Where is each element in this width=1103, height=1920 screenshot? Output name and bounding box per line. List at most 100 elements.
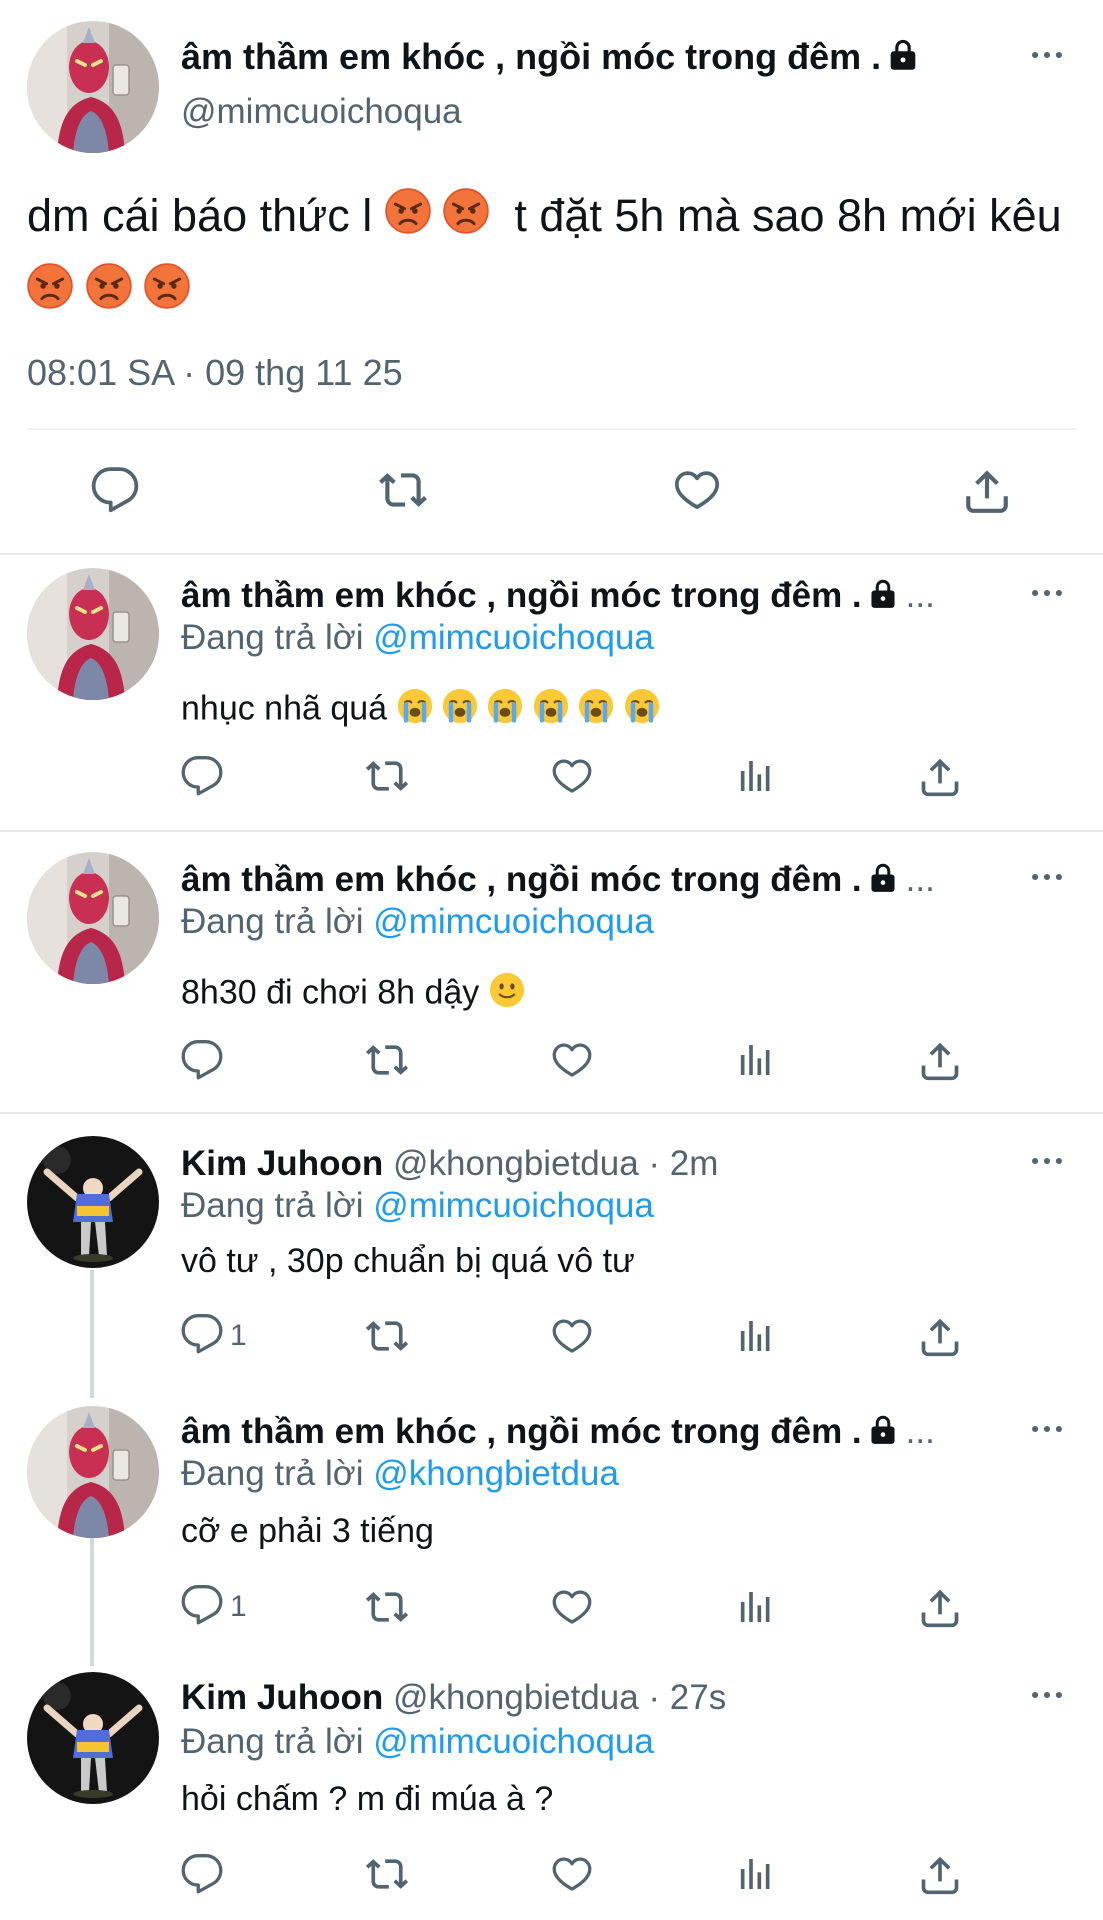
reply-tweet[interactable]: Kim Juhoon @khongbietdua · 2m Đang trả l…	[0, 1124, 1103, 1394]
views-icon[interactable]	[735, 1585, 775, 1629]
replying-to: Đang trả lời @mimcuoichoqua	[181, 1186, 654, 1226]
smile-emoji	[489, 972, 525, 1017]
display-name[interactable]: âm thầm em khóc , ngồi móc trong đêm .	[181, 576, 862, 615]
reply-tweet[interactable]: âm thầm em khóc , ngồi móc trong đêm ...…	[0, 1392, 1103, 1662]
avatar[interactable]	[27, 852, 159, 984]
tweet-header: âm thầm em khóc , ngồi móc trong đêm ...…	[181, 1412, 935, 1454]
share-icon[interactable]	[918, 1038, 962, 1082]
divider	[0, 830, 1103, 832]
retweet-icon[interactable]	[365, 754, 409, 798]
display-name[interactable]: âm thầm em khóc , ngồi móc trong đêm .	[181, 860, 862, 899]
like-icon[interactable]	[672, 465, 722, 515]
lock-icon	[868, 578, 898, 618]
tweet-text: cỡ e phải 3 tiếng	[181, 1512, 434, 1550]
like-icon[interactable]	[550, 1314, 594, 1358]
tweet-header: âm thầm em khóc , ngồi móc trong đêm ...…	[181, 576, 935, 618]
more-icon[interactable]	[1030, 1154, 1064, 1172]
divider	[0, 1112, 1103, 1114]
display-name[interactable]: âm thầm em khóc , ngồi móc trong đêm .	[181, 36, 919, 80]
views-icon[interactable]	[735, 1038, 775, 1082]
tweet-text: dm cái báo thức l t đặt 5h mà sao 8h mới…	[27, 180, 1067, 330]
retweet-icon[interactable]	[365, 1038, 409, 1082]
retweet-icon[interactable]	[365, 1852, 409, 1896]
like-icon[interactable]	[550, 1038, 594, 1082]
retweet-icon[interactable]	[378, 465, 428, 515]
user-handle[interactable]: @mimcuoichoqua	[181, 92, 462, 132]
display-name[interactable]: âm thầm em khóc , ngồi móc trong đêm .	[181, 1412, 862, 1451]
reply-button[interactable]: 1	[180, 1585, 247, 1629]
crying-emoji	[442, 688, 478, 733]
reply-tweet[interactable]: âm thầm em khóc , ngồi móc trong đêm ...…	[0, 556, 1103, 830]
mention-link[interactable]: @mimcuoichoqua	[373, 902, 654, 941]
tweet-header: Kim Juhoon @khongbietdua · 2m	[181, 1144, 718, 1184]
tweet-text: vô tư , 30p chuẩn bị quá vô tư	[181, 1242, 635, 1280]
tweet-text-part2: t đặt 5h mà sao 8h mới kêu	[514, 190, 1062, 241]
angry-emoji	[86, 258, 132, 330]
handle-and-time[interactable]: @khongbietdua · 2m	[393, 1144, 718, 1183]
more-icon[interactable]	[1030, 870, 1064, 888]
avatar[interactable]	[27, 1406, 159, 1538]
share-icon[interactable]	[918, 1314, 962, 1358]
like-icon[interactable]	[550, 1585, 594, 1629]
replying-to-label: Đang trả lời	[181, 618, 364, 657]
avatar[interactable]	[27, 568, 159, 700]
reply-icon[interactable]	[90, 465, 140, 515]
reply-icon[interactable]	[180, 1038, 224, 1082]
crying-emoji	[397, 688, 433, 733]
views-icon[interactable]	[735, 1314, 775, 1358]
reply-icon	[180, 1312, 224, 1361]
views-icon[interactable]	[735, 1852, 775, 1896]
lock-icon	[868, 1414, 898, 1454]
more-icon[interactable]	[1030, 1422, 1064, 1440]
avatar[interactable]	[27, 1672, 159, 1804]
timestamp[interactable]: 08:01 SA · 09 thg 11 25	[27, 352, 403, 394]
divider	[27, 428, 1077, 430]
tweet-text: 8h30 đi chơi 8h dậy	[181, 972, 525, 1017]
reply-icon[interactable]	[180, 1852, 224, 1896]
like-icon[interactable]	[550, 1852, 594, 1896]
more-icon[interactable]	[1030, 1688, 1064, 1706]
mention-link[interactable]: @mimcuoichoqua	[373, 1186, 654, 1225]
like-icon[interactable]	[550, 754, 594, 798]
replying-to-label: Đang trả lời	[181, 1454, 364, 1493]
divider	[0, 553, 1103, 555]
lock-icon	[868, 862, 898, 902]
reply-count: 1	[230, 1319, 247, 1352]
display-name[interactable]: Kim Juhoon	[181, 1144, 383, 1183]
reply-tweet[interactable]: âm thầm em khóc , ngồi móc trong đêm ...…	[0, 840, 1103, 1114]
replying-to: Đang trả lời @mimcuoichoqua	[181, 1722, 654, 1762]
tweet-text: hỏi chấm ? m đi múa à ?	[181, 1780, 554, 1818]
share-icon[interactable]	[918, 754, 962, 798]
replying-to: Đang trả lời @mimcuoichoqua	[181, 618, 654, 658]
retweet-icon[interactable]	[365, 1585, 409, 1629]
share-icon[interactable]	[918, 1585, 962, 1629]
main-tweet: âm thầm em khóc , ngồi móc trong đêm . @…	[0, 0, 1103, 553]
replying-to-label: Đang trả lời	[181, 902, 364, 941]
avatar[interactable]	[27, 21, 159, 153]
truncation-ellipsis: ...	[905, 860, 935, 899]
share-icon[interactable]	[962, 465, 1012, 515]
tweet-header: âm thầm em khóc , ngồi móc trong đêm ...…	[181, 860, 935, 902]
retweet-icon[interactable]	[365, 1314, 409, 1358]
share-icon[interactable]	[918, 1852, 962, 1896]
mention-link[interactable]: @mimcuoichoqua	[373, 1722, 654, 1761]
reply-count: 1	[230, 1590, 247, 1623]
avatar[interactable]	[27, 1136, 159, 1268]
crying-emoji	[487, 688, 523, 733]
mention-link[interactable]: @khongbietdua	[373, 1454, 619, 1493]
reply-tweet[interactable]: Kim Juhoon @khongbietdua · 27s Đang trả …	[0, 1660, 1103, 1920]
angry-emoji	[144, 258, 190, 330]
replying-to: Đang trả lời @mimcuoichoqua	[181, 902, 654, 942]
display-name[interactable]: Kim Juhoon	[181, 1678, 383, 1717]
reply-button[interactable]: 1	[180, 1314, 247, 1358]
mention-link[interactable]: @mimcuoichoqua	[373, 618, 654, 657]
tweet-text-content: 8h30 đi chơi 8h dậy	[181, 973, 480, 1012]
replying-to: Đang trả lời @khongbietdua	[181, 1454, 619, 1494]
more-icon[interactable]	[1030, 48, 1064, 66]
tweet-header: Kim Juhoon @khongbietdua · 27s	[181, 1678, 726, 1718]
reply-icon[interactable]	[180, 754, 224, 798]
truncation-ellipsis: ...	[905, 576, 935, 615]
more-icon[interactable]	[1030, 586, 1064, 604]
handle-and-time[interactable]: @khongbietdua · 27s	[393, 1678, 726, 1717]
views-icon[interactable]	[735, 754, 775, 798]
